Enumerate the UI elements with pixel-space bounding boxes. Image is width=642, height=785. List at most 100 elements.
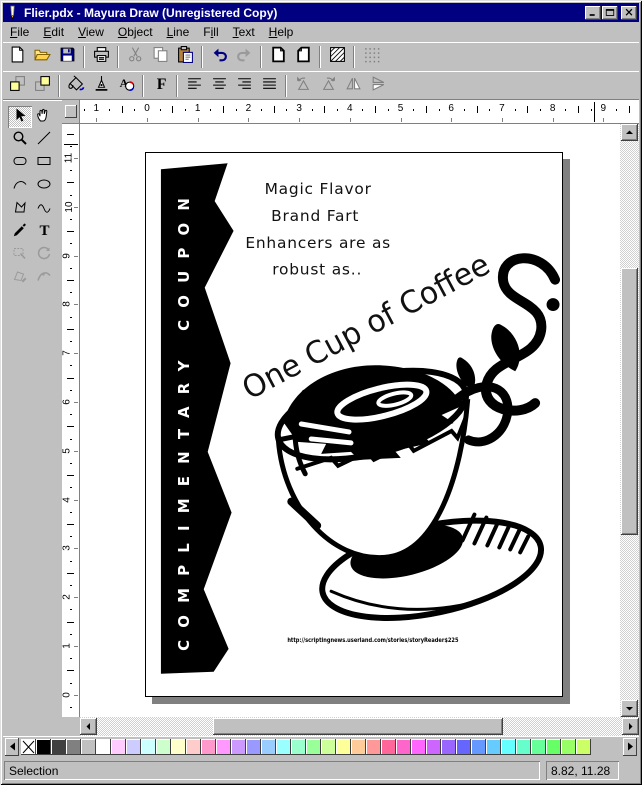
align-left-button[interactable] [182, 73, 207, 98]
headline-text[interactable]: Magic Flavor Brand Fart Enhancers are as… [245, 180, 391, 279]
color-swatch[interactable] [516, 739, 531, 755]
rectangle-tool[interactable] [32, 152, 56, 174]
color-swatch[interactable] [486, 739, 501, 755]
pattern-button[interactable] [325, 45, 350, 70]
zoom-tool[interactable] [8, 129, 32, 151]
document-page[interactable]: COMPLIMENTARY COUPON Magic Flavor Brand … [145, 152, 563, 697]
coupon-banner[interactable]: COMPLIMENTARY COUPON [161, 163, 234, 674]
edit-curve-tool[interactable] [32, 267, 56, 289]
color-swatch[interactable] [171, 739, 186, 755]
page-view-2-button[interactable] [291, 45, 316, 70]
scroll-left-button[interactable] [80, 718, 97, 735]
menu-file[interactable]: File [3, 23, 36, 42]
title-bar[interactable]: Flier.pdx - Mayura Draw (Unregistered Co… [3, 3, 639, 22]
color-swatch[interactable] [66, 739, 81, 755]
curve-tool[interactable] [32, 198, 56, 220]
footer-url[interactable]: http://scriptingnews.userland.com/storie… [287, 636, 459, 644]
color-swatch[interactable] [141, 739, 156, 755]
color-swatch[interactable] [546, 739, 561, 755]
color-swatch[interactable] [231, 739, 246, 755]
color-swatch[interactable] [81, 739, 96, 755]
rounded-rectangle-tool[interactable] [8, 152, 32, 174]
save-button[interactable] [55, 45, 80, 70]
menu-edit[interactable]: Edit [36, 23, 71, 42]
color-swatch[interactable] [531, 739, 546, 755]
no-color-swatch[interactable] [21, 739, 36, 755]
align-right-button[interactable] [232, 73, 257, 98]
undo-button[interactable] [207, 45, 232, 70]
text-tool[interactable]: T [32, 221, 56, 243]
color-swatch[interactable] [396, 739, 411, 755]
vertical-scrollbar[interactable] [620, 124, 639, 717]
grid-button[interactable] [359, 45, 384, 70]
color-swatch[interactable] [426, 739, 441, 755]
ruler-origin-box[interactable] [62, 100, 80, 124]
arc-tool[interactable] [8, 175, 32, 197]
color-swatch[interactable] [381, 739, 396, 755]
send-to-back-button[interactable] [30, 73, 55, 98]
canvas-viewport[interactable]: COMPLIMENTARY COUPON Magic Flavor Brand … [80, 124, 620, 717]
paste-button[interactable] [173, 45, 198, 70]
menu-line[interactable]: Line [160, 23, 197, 42]
menu-view[interactable]: View [71, 23, 111, 42]
print-button[interactable] [89, 45, 114, 70]
new-button[interactable] [5, 45, 30, 70]
menu-object[interactable]: Object [111, 23, 160, 42]
rotate-tool-tool[interactable] [32, 244, 56, 266]
pan-tool[interactable] [32, 106, 56, 128]
align-justify-button[interactable] [257, 73, 282, 98]
color-swatch[interactable] [126, 739, 141, 755]
minimize-button[interactable] [585, 6, 601, 20]
line-tool[interactable] [32, 129, 56, 151]
menu-fill[interactable]: Fill [196, 23, 225, 42]
horizontal-scroll-thumb[interactable] [213, 718, 503, 735]
bring-to-front-button[interactable] [5, 73, 30, 98]
menu-text[interactable]: Text [226, 23, 262, 42]
color-swatch[interactable] [51, 739, 66, 755]
rotate-left-button[interactable] [291, 73, 316, 98]
line-color-button[interactable] [89, 73, 114, 98]
color-swatch[interactable] [111, 739, 126, 755]
scroll-right-button[interactable] [622, 718, 639, 735]
color-swatch[interactable] [156, 739, 171, 755]
polygon-tool[interactable] [8, 198, 32, 220]
color-swatch[interactable] [561, 739, 576, 755]
select-tool[interactable] [8, 106, 32, 128]
color-swatch[interactable] [306, 739, 321, 755]
color-swatch[interactable] [576, 739, 591, 755]
menu-help[interactable]: Help [262, 23, 301, 42]
color-swatch[interactable] [201, 739, 216, 755]
palette-scroll-left-button[interactable] [5, 738, 19, 756]
palette-scroll-right-button[interactable] [623, 738, 637, 756]
flip-vertical-button[interactable] [366, 73, 391, 98]
horizontal-scrollbar[interactable] [80, 717, 639, 736]
color-swatch[interactable] [261, 739, 276, 755]
color-swatch[interactable] [36, 739, 51, 755]
ellipse-tool[interactable] [32, 175, 56, 197]
close-button[interactable] [621, 6, 637, 20]
edit-points-tool[interactable] [8, 244, 32, 266]
color-swatch[interactable] [351, 739, 366, 755]
scroll-up-button[interactable] [621, 124, 638, 141]
page-view-1-button[interactable] [266, 45, 291, 70]
cut-button[interactable] [123, 45, 148, 70]
color-swatch[interactable] [366, 739, 381, 755]
align-center-button[interactable] [207, 73, 232, 98]
color-swatch[interactable] [456, 739, 471, 755]
color-swatch[interactable] [216, 739, 231, 755]
color-swatch[interactable] [96, 739, 111, 755]
color-swatch[interactable] [471, 739, 486, 755]
font-button[interactable]: F [148, 73, 173, 98]
copy-button[interactable] [148, 45, 173, 70]
text-color-button[interactable]: A [114, 73, 139, 98]
color-swatch[interactable] [291, 739, 306, 755]
fill-color-button[interactable] [64, 73, 89, 98]
reshape-tool[interactable] [8, 267, 32, 289]
color-swatch[interactable] [186, 739, 201, 755]
open-button[interactable] [30, 45, 55, 70]
color-swatch[interactable] [411, 739, 426, 755]
redo-button[interactable] [232, 45, 257, 70]
vertical-scroll-thumb[interactable] [621, 268, 638, 535]
maximize-button[interactable] [602, 6, 618, 20]
flip-horizontal-button[interactable] [341, 73, 366, 98]
